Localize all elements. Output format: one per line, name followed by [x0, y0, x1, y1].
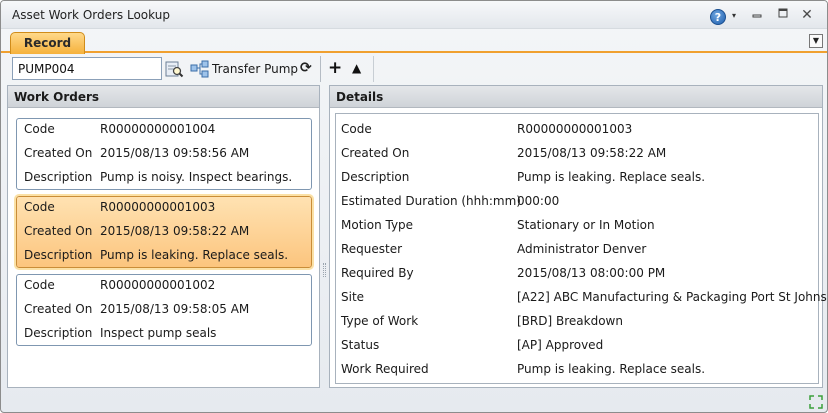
- tab-menu-icon[interactable]: ▼: [809, 34, 823, 48]
- detail-row: Created On 2015/08/13 09:58:22 AM: [336, 143, 818, 167]
- created-label: Created On: [24, 146, 93, 160]
- close-icon: ✕: [801, 7, 813, 23]
- description-value: Pump is noisy. Inspect bearings.: [100, 170, 293, 184]
- panel-splitter[interactable]: [323, 263, 326, 277]
- detail-value: 000:00: [517, 194, 560, 208]
- expand-icon[interactable]: [808, 394, 824, 410]
- created-label: Created On: [24, 302, 93, 316]
- code-label: Code: [24, 122, 55, 136]
- detail-value: [A22] ABC Manufacturing & Packaging Port…: [517, 290, 827, 304]
- work-orders-header: Work Orders: [8, 86, 319, 108]
- code-value: R00000000001002: [100, 278, 216, 292]
- tab-strip: Record ▼: [1, 29, 827, 54]
- detail-row: Status [AP] Approved: [336, 335, 818, 359]
- created-value: 2015/08/13 09:58:05 AM: [100, 302, 250, 316]
- work-orders-panel: Work Orders Code R00000000001004 Created…: [7, 85, 320, 388]
- detail-label: Code: [341, 122, 372, 136]
- detail-row: Code R00000000001003: [336, 119, 818, 143]
- detail-row: Required By 2015/08/13 08:00:00 PM: [336, 263, 818, 287]
- toolbar-divider: [320, 56, 321, 82]
- lookup-icon[interactable]: [164, 59, 184, 79]
- detail-value: 2015/08/13 08:00:00 PM: [517, 266, 666, 280]
- detail-value: Administrator Denver: [517, 242, 647, 256]
- status-bar: [1, 390, 827, 412]
- code-value: R00000000001003: [100, 200, 216, 214]
- description-label: Description: [24, 248, 93, 262]
- toolbar-divider: [373, 56, 374, 82]
- toolbar: Transfer Pump ⟳ + ▲: [1, 54, 827, 84]
- detail-label: Type of Work: [341, 314, 419, 328]
- detail-value: R00000000001003: [517, 122, 633, 136]
- detail-row: Site [A22] ABC Manufacturing & Packaging…: [336, 287, 827, 311]
- maximize-button[interactable]: [775, 7, 791, 23]
- created-label: Created On: [24, 224, 93, 238]
- details-body: Code R00000000001003 Created On 2015/08/…: [335, 113, 827, 384]
- detail-label: Requester: [341, 242, 403, 256]
- code-label: Code: [24, 200, 55, 214]
- code-label: Code: [24, 278, 55, 292]
- window-title: Asset Work Orders Lookup: [12, 8, 170, 22]
- asset-search-input[interactable]: [12, 57, 162, 80]
- refresh-icon[interactable]: ⟳: [300, 60, 316, 76]
- code-value: R00000000001004: [100, 122, 216, 136]
- detail-row: Motion Type Stationary or In Motion: [336, 215, 818, 239]
- detail-label: Site: [341, 290, 365, 304]
- details-panel: Details Code R00000000001003 Created On …: [329, 85, 827, 388]
- detail-label: Status: [341, 338, 380, 352]
- detail-value: 2015/08/13 09:58:22 AM: [517, 146, 667, 160]
- description-label: Description: [24, 170, 93, 184]
- detail-label: Required By: [341, 266, 414, 280]
- chevron-down-icon[interactable]: ▾: [732, 11, 736, 20]
- detail-row: Estimated Duration (hhh:mm) 000:00: [336, 191, 818, 215]
- detail-row: Work Required Pump is leaking. Replace s…: [336, 359, 818, 383]
- work-order-card-selected[interactable]: Code R00000000001003 Created On 2015/08/…: [14, 194, 314, 270]
- add-icon[interactable]: +: [328, 59, 342, 77]
- detail-label: Created On: [341, 146, 410, 160]
- details-header: Details: [330, 86, 822, 108]
- detail-value: Stationary or In Motion: [517, 218, 655, 232]
- created-value: 2015/08/13 09:58:56 AM: [100, 146, 250, 160]
- detail-value: Pump is leaking. Replace seals.: [517, 170, 706, 184]
- detail-label: Estimated Duration (hhh:mm): [341, 194, 521, 208]
- minimize-icon: [752, 14, 762, 18]
- transfer-pump-button[interactable]: Transfer Pump: [212, 62, 298, 76]
- description-value: Inspect pump seals: [100, 326, 217, 340]
- work-order-card[interactable]: Code R00000000001004 Created On 2015/08/…: [16, 118, 312, 190]
- detail-value: Pump is leaking. Replace seals.: [517, 362, 706, 376]
- tab-record[interactable]: Record: [10, 32, 85, 54]
- transfer-icon[interactable]: [190, 59, 210, 79]
- title-bar: Asset Work Orders Lookup ? ▾ ✕: [1, 1, 827, 29]
- detail-row: Type of Work [BRD] Breakdown: [336, 311, 818, 335]
- move-up-icon[interactable]: ▲: [352, 59, 361, 77]
- detail-label: Motion Type: [341, 218, 414, 232]
- maximize-icon: [778, 8, 788, 18]
- close-button[interactable]: ✕: [799, 7, 815, 23]
- lookup-window: Asset Work Orders Lookup ? ▾ ✕ Record ▼: [0, 0, 828, 413]
- created-value: 2015/08/13 09:58:22 AM: [100, 224, 250, 238]
- description-value: Pump is leaking. Replace seals.: [100, 248, 289, 262]
- detail-value: [BRD] Breakdown: [517, 314, 623, 328]
- help-icon[interactable]: ?: [710, 9, 726, 25]
- detail-value: [AP] Approved: [517, 338, 604, 352]
- description-label: Description: [24, 326, 93, 340]
- detail-row: Description Pump is leaking. Replace sea…: [336, 167, 818, 191]
- minimize-button[interactable]: [749, 7, 765, 23]
- work-order-card[interactable]: Code R00000000001002 Created On 2015/08/…: [16, 274, 312, 346]
- detail-label: Description: [341, 170, 410, 184]
- detail-row: Requester Administrator Denver: [336, 239, 818, 263]
- detail-label: Work Required: [341, 362, 429, 376]
